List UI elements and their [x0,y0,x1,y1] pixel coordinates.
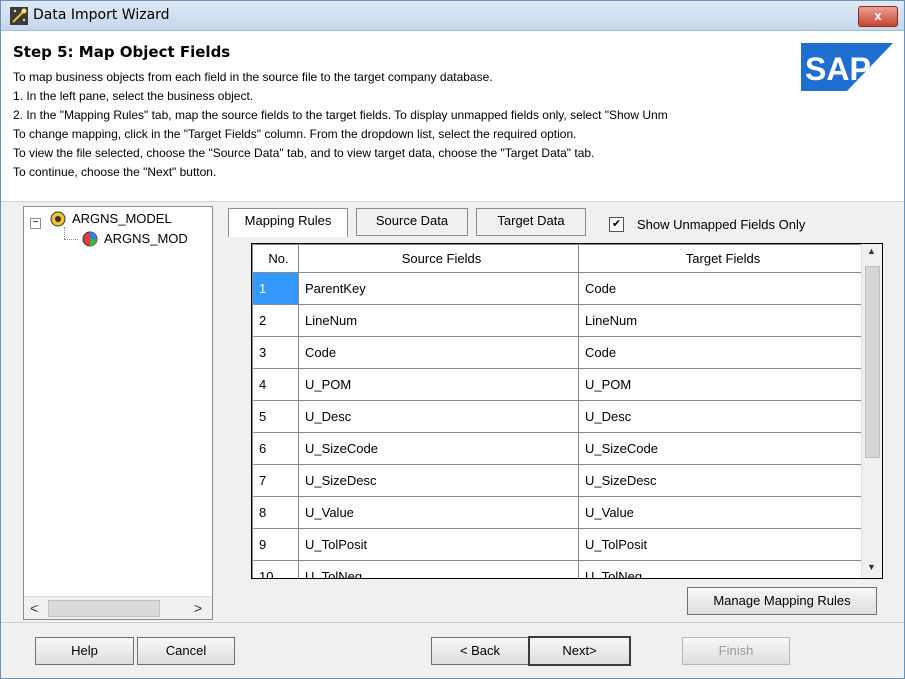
svg-text:SAP: SAP [805,51,871,87]
row-number-cell[interactable]: 3 [252,336,299,369]
scrollbar-thumb[interactable] [865,266,880,458]
scrollbar-thumb[interactable] [48,600,160,617]
source-field-cell[interactable]: ParentKey [298,272,579,305]
target-field-cell[interactable]: U_Desc [578,400,862,433]
source-field-cell[interactable]: U_POM [298,368,579,401]
business-object-tree[interactable]: − ARGNS_MODEL ARGNS_MOD < > [23,206,213,620]
tab-mapping-rules[interactable]: Mapping Rules [228,208,348,237]
instruction-line: 1. In the left pane, select the business… [13,89,254,103]
row-number-cell[interactable]: 2 [252,304,299,337]
wizard-header: Step 5: Map Object Fields To map busines… [1,31,904,202]
source-field-cell[interactable]: U_TolPosit [298,528,579,561]
row-number-cell[interactable]: 8 [252,496,299,529]
wizard-wand-icon [10,7,28,25]
horizontal-scrollbar[interactable]: < > [24,596,212,619]
table-object-icon [82,231,98,247]
table-row[interactable]: 8 U_Value U_Value [252,496,862,529]
table-row[interactable]: 5 U_Desc U_Desc [252,400,862,433]
help-button[interactable]: Help [35,637,134,665]
back-button[interactable]: < Back [431,637,529,665]
sap-logo: SAP [801,43,893,91]
column-header-target-fields[interactable]: Target Fields [578,244,862,273]
source-field-cell[interactable]: U_Desc [298,400,579,433]
mapping-grid[interactable]: No. Source Fields Target Fields 1 ParentK… [251,243,883,579]
scroll-left-icon[interactable]: < [30,600,38,616]
source-field-cell[interactable]: LineNum [298,304,579,337]
grid-header-row: No. Source Fields Target Fields [252,244,862,273]
target-field-cell[interactable]: U_TolPosit [578,528,862,561]
row-number-cell[interactable]: 4 [252,368,299,401]
table-row[interactable]: 6 U_SizeCode U_SizeCode [252,432,862,465]
step-title: Step 5: Map Object Fields [13,43,231,61]
show-unmapped-checkbox[interactable]: ✔ [609,217,624,232]
target-field-cell[interactable]: U_SizeCode [578,432,862,465]
instruction-line: To continue, choose the "Next" button. [13,165,217,179]
source-field-cell[interactable]: U_SizeCode [298,432,579,465]
close-button[interactable]: x [858,6,898,27]
row-number-cell[interactable]: 9 [252,528,299,561]
table-row[interactable]: 2 LineNum LineNum [252,304,862,337]
data-import-wizard-window: Data Import Wizard x Step 5: Map Object … [0,0,905,679]
source-field-cell[interactable]: U_Value [298,496,579,529]
collapse-icon[interactable]: − [30,218,41,229]
target-field-cell[interactable]: Code [578,336,862,369]
manage-mapping-rules-button[interactable]: Manage Mapping Rules [687,587,877,615]
instruction-line: 2. In the "Mapping Rules" tab, map the s… [13,108,668,122]
next-button[interactable]: Next> [528,636,631,666]
row-number-cell[interactable]: 10 [252,560,299,578]
instruction-line: To view the file selected, choose the "S… [13,146,595,160]
tab-target-data[interactable]: Target Data [476,208,586,236]
source-field-cell[interactable]: U_TolNeg [298,560,579,578]
tree-connector [64,239,78,241]
footer-divider [1,622,904,623]
table-row[interactable]: 10 U_TolNeg U_TolNeg [252,560,862,578]
row-number-cell[interactable]: 6 [252,432,299,465]
row-number-cell[interactable]: 5 [252,400,299,433]
table-row[interactable]: 4 U_POM U_POM [252,368,862,401]
vertical-scrollbar[interactable]: ▲ ▼ [861,244,882,578]
scroll-down-icon[interactable]: ▼ [867,562,876,572]
target-field-cell[interactable]: U_SizeDesc [578,464,862,497]
table-row[interactable]: 1 ParentKey Code [252,272,862,305]
finish-button: Finish [682,637,790,665]
business-object-icon [50,211,66,227]
source-field-cell[interactable]: Code [298,336,579,369]
instruction-line: To map business objects from each field … [13,70,493,84]
target-field-cell[interactable]: LineNum [578,304,862,337]
row-number-cell[interactable]: 1 [252,272,299,305]
cancel-button[interactable]: Cancel [137,637,235,665]
show-unmapped-label: Show Unmapped Fields Only [637,217,806,232]
column-header-no[interactable]: No. [252,244,299,273]
target-field-cell[interactable]: U_Value [578,496,862,529]
table-row[interactable]: 3 Code Code [252,336,862,369]
target-field-cell[interactable]: U_POM [578,368,862,401]
column-header-source-fields[interactable]: Source Fields [298,244,579,273]
tree-item-label: ARGNS_MOD [104,231,188,246]
title-bar: Data Import Wizard x [1,1,904,31]
scroll-up-icon[interactable]: ▲ [867,246,876,256]
scroll-right-icon[interactable]: > [194,600,202,616]
target-field-cell[interactable]: Code [578,272,862,305]
source-field-cell[interactable]: U_SizeDesc [298,464,579,497]
table-row[interactable]: 9 U_TolPosit U_TolPosit [252,528,862,561]
row-number-cell[interactable]: 7 [252,464,299,497]
tree-connector [64,227,66,239]
instruction-line: To change mapping, click in the "Target … [13,127,577,141]
tree-item-label: ARGNS_MODEL [72,211,172,226]
window-title: Data Import Wizard [33,7,170,23]
table-row[interactable]: 7 U_SizeDesc U_SizeDesc [252,464,862,497]
tab-source-data[interactable]: Source Data [356,208,468,236]
target-field-cell[interactable]: U_TolNeg [578,560,862,578]
